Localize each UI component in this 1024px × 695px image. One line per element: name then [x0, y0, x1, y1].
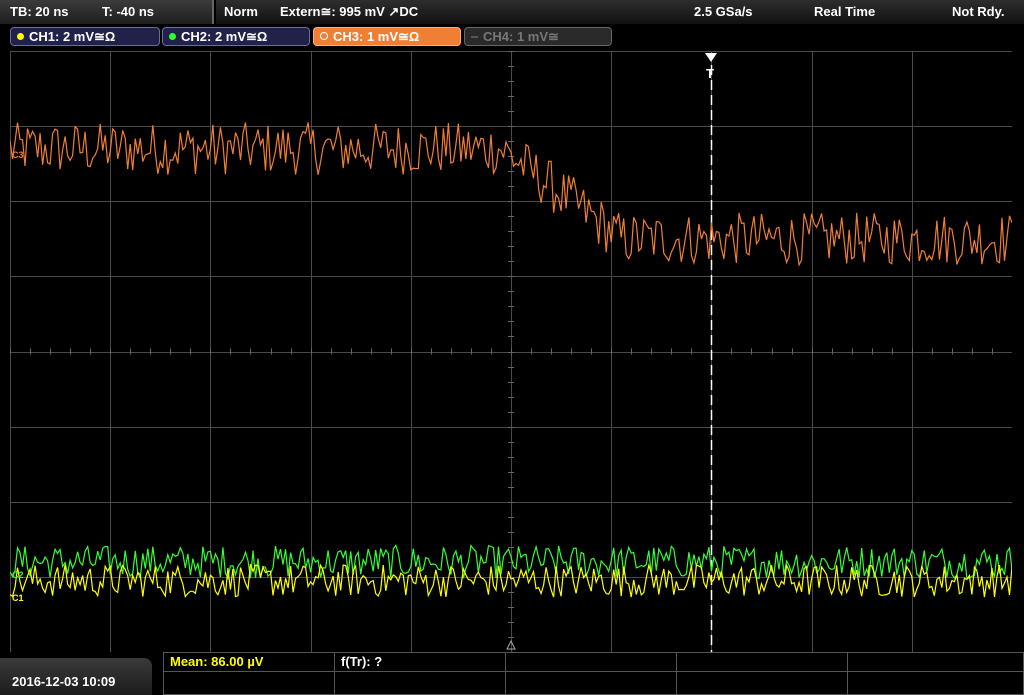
datetime-label: 2016-12-03 10:09	[12, 674, 116, 689]
ch3-ground-marker[interactable]: C3	[12, 150, 24, 160]
mean-measurement[interactable]: Mean: 86.00 µV	[163, 652, 335, 672]
ch1-label: CH1: 2 mV≅Ω	[29, 29, 116, 44]
trigger-marker[interactable]: T	[706, 66, 714, 81]
channel-1-button[interactable]: CH1: 2 mV≅Ω	[10, 27, 160, 46]
measurement-slot-4[interactable]	[676, 652, 848, 672]
trigger-mode-label: Norm	[224, 4, 258, 19]
measurement-slot-3[interactable]	[505, 652, 677, 672]
top-bar: TB: 20 ns T: -40 ns Norm Extern≅: 995 mV…	[0, 0, 1024, 24]
status-bar[interactable]: Norm Extern≅: 995 mV ↗DC 2.5 GSa/s Real …	[216, 0, 1024, 24]
measurement-slot-8[interactable]	[505, 671, 677, 695]
measurement-slot-6[interactable]	[163, 671, 335, 695]
ch2-ground-marker[interactable]: C2	[12, 570, 24, 580]
ch1-dot-icon	[17, 33, 24, 40]
measurement-slot-10[interactable]	[847, 671, 1024, 695]
trigger-source-label: Extern≅: 995 mV ↗DC	[280, 4, 419, 19]
ch2-dot-icon	[169, 33, 176, 40]
trigger-time-label: T: -40 ns	[102, 4, 155, 19]
ch3-label: CH3: 1 mV≅Ω	[333, 29, 420, 44]
ftr-measurement[interactable]: f(Tr): ?	[334, 652, 506, 672]
ch4-label: CH4: 1 mV≅	[483, 29, 559, 44]
ch1-ground-marker[interactable]: C1	[12, 593, 24, 603]
timebase-box[interactable]: TB: 20 ns T: -40 ns	[0, 0, 214, 24]
channel-4-button[interactable]: CH4: 1 mV≅	[464, 27, 612, 46]
channel-bar: CH1: 2 mV≅Ω CH2: 2 mV≅Ω CH3: 1 mV≅Ω CH4:…	[0, 26, 1024, 48]
channel-2-button[interactable]: CH2: 2 mV≅Ω	[162, 27, 310, 46]
waveform-display[interactable]: C3 C2 C1 T	[10, 51, 1012, 652]
status-label: Not Rdy.	[952, 4, 1005, 19]
acquisition-mode-label: Real Time	[814, 4, 876, 19]
ch2-label: CH2: 2 mV≅Ω	[181, 29, 268, 44]
ftr-label: f(Tr): ?	[341, 654, 383, 669]
measurement-slot-9[interactable]	[676, 671, 848, 695]
mean-label: Mean: 86.00 µV	[170, 654, 264, 669]
channel-3-button[interactable]: CH3: 1 mV≅Ω	[313, 27, 461, 46]
measurement-panel: Mean: 86.00 µV f(Tr): ?	[163, 652, 1024, 695]
measurement-slot-5[interactable]	[847, 652, 1024, 672]
ch4-dash-icon	[471, 36, 478, 38]
sample-rate-label: 2.5 GSa/s	[694, 4, 753, 19]
measurement-slot-7[interactable]	[334, 671, 506, 695]
ch3-dot-icon	[320, 32, 328, 40]
timebase-label: TB: 20 ns	[10, 4, 69, 19]
datetime-box: 2016-12-03 10:09	[0, 658, 152, 695]
